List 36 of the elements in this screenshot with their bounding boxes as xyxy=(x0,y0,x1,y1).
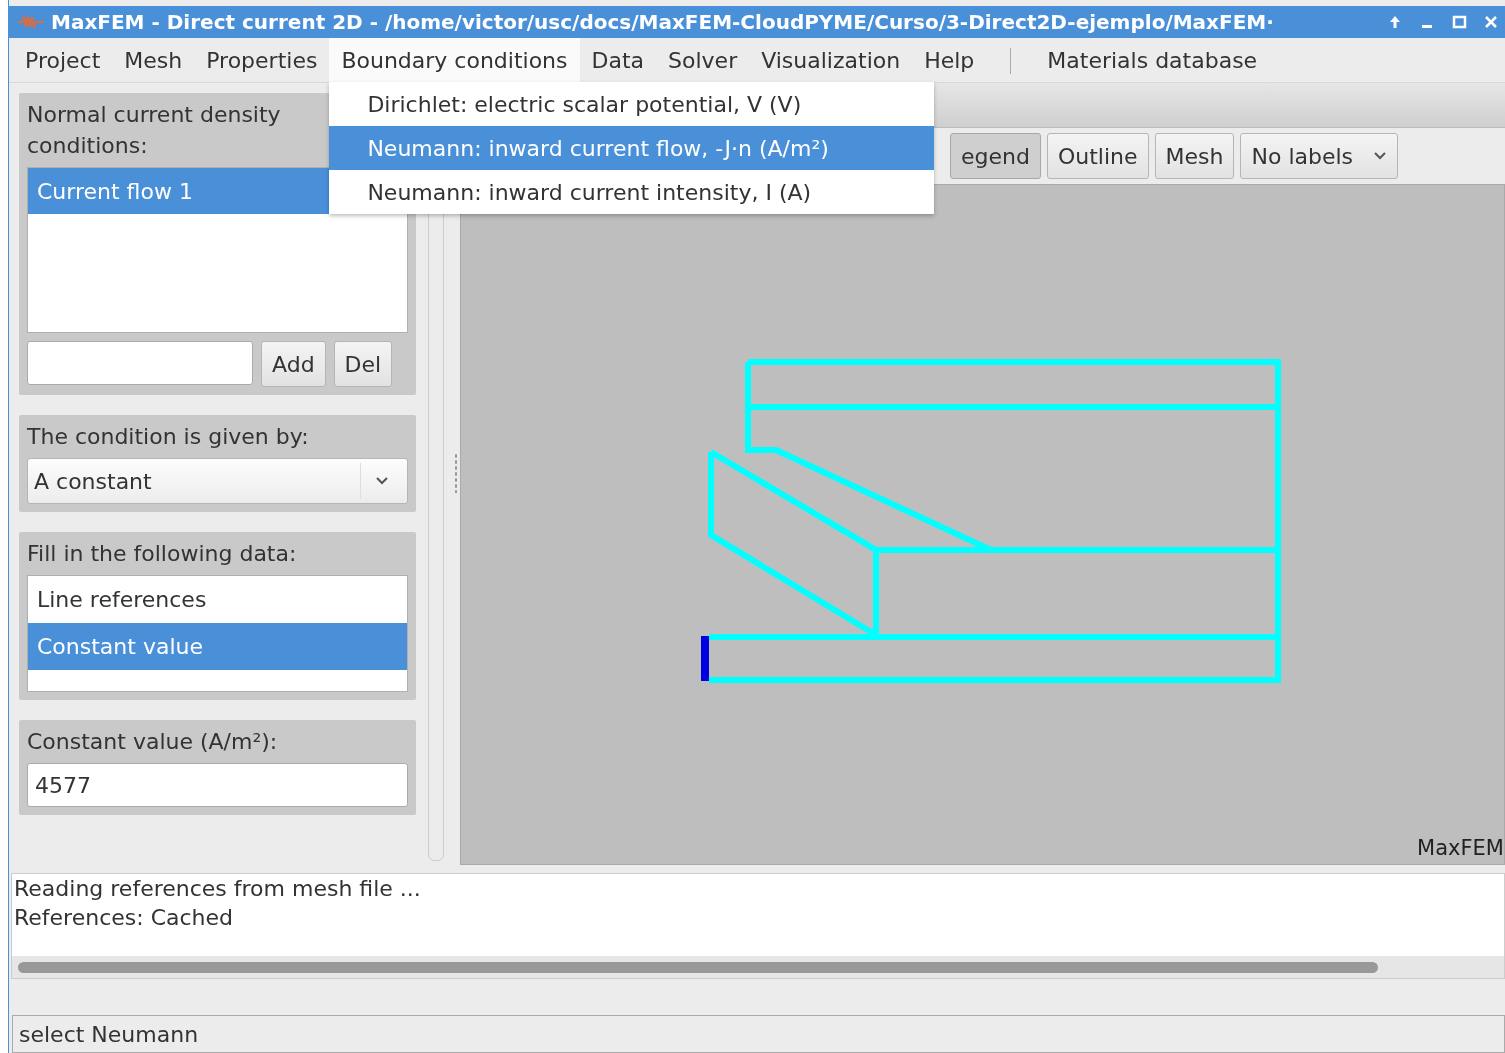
menu-item[interactable]: Data xyxy=(579,38,657,82)
window-title: MaxFEM - Direct current 2D - /home/victor/usc/docs/MaxFEM-CloudPYME/Curso/3-Direct2D-ejemplo/MaxFEM· xyxy=(51,10,1275,34)
value-field[interactable]: 4577 xyxy=(27,763,408,807)
pin-icon[interactable] xyxy=(1387,14,1403,30)
menu-item[interactable]: Mesh xyxy=(112,38,195,82)
menu-option[interactable]: Dirichlet: electric scalar potential, V (V) xyxy=(329,82,935,126)
caret-icon xyxy=(1373,151,1388,161)
menu-item[interactable]: Boundary conditions xyxy=(329,38,580,82)
menu-item[interactable]: Visualization xyxy=(749,38,913,82)
list-item[interactable]: Line references xyxy=(28,576,407,623)
menu-item[interactable]: Project xyxy=(13,38,113,82)
caret-icon xyxy=(375,476,389,486)
field-label: The condition is given by: xyxy=(27,423,310,451)
status-field: select Neumann xyxy=(12,1015,1505,1053)
menu-item[interactable]: Properties xyxy=(194,38,330,82)
log-line: References: Cached xyxy=(14,904,235,932)
name-field[interactable] xyxy=(27,341,253,385)
menu-item[interactable]: Materials database xyxy=(1035,38,1270,82)
log-line: Reading references from mesh file ... xyxy=(14,875,422,903)
toggle-button[interactable]: Outline xyxy=(1046,133,1149,179)
menu-item[interactable]: Solver xyxy=(656,38,750,82)
field-label: Fill in the following data: xyxy=(27,540,298,568)
field-label: Constant value (A/m²): xyxy=(27,728,279,756)
list-button[interactable]: Add xyxy=(261,341,326,387)
labels-dropdown[interactable]: No labels xyxy=(1240,133,1399,179)
toggle-button[interactable]: egend xyxy=(950,133,1041,179)
condition-dropdown[interactable]: A constant xyxy=(27,458,408,504)
menu-item[interactable]: Help xyxy=(912,38,987,82)
list-button[interactable]: Del xyxy=(333,341,393,387)
panel-title: Normal current density conditions: xyxy=(27,101,282,160)
close-icon[interactable] xyxy=(1483,14,1499,30)
watermark-text: MaxFEM xyxy=(1417,836,1504,860)
scrollbar-thumb[interactable] xyxy=(18,961,1378,973)
toggle-button[interactable]: Mesh xyxy=(1154,133,1235,179)
app-logo-icon xyxy=(17,15,45,29)
maximize-icon[interactable] xyxy=(1451,14,1467,30)
